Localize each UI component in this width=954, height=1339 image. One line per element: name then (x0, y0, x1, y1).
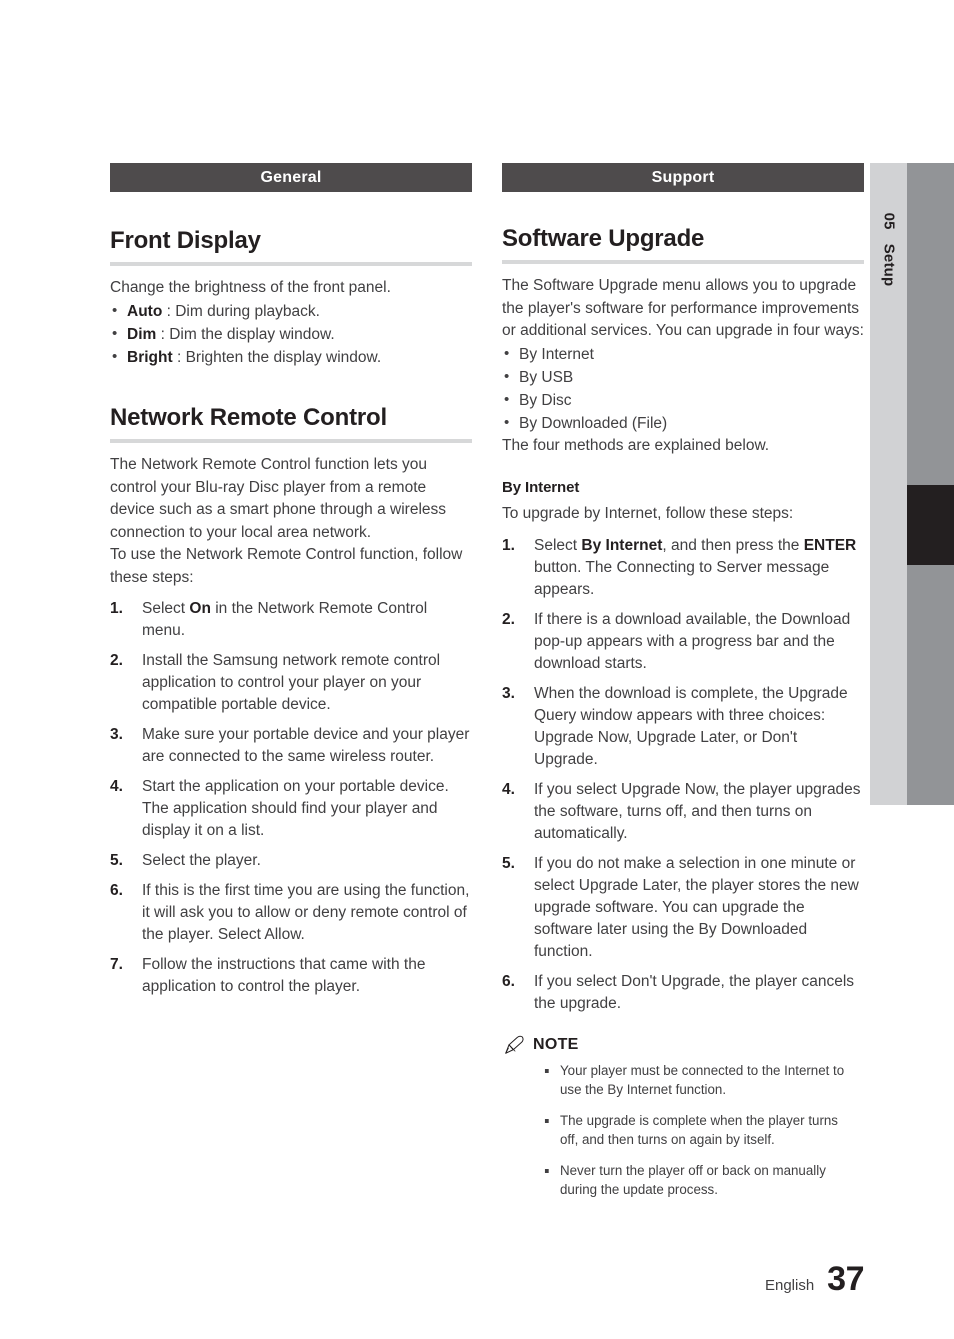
list-item: If this is the first time you are using … (110, 880, 470, 944)
footer-language: English (764, 1277, 815, 1294)
page-footer: English 37 (764, 1260, 865, 1299)
list-item: If you do not make a selection in one mi… (502, 853, 859, 960)
list-item: Select On in the Network Remote Control … (110, 598, 428, 640)
bullet-term: Bright (127, 348, 173, 366)
list-item: The upgrade is complete when the player … (544, 1112, 845, 1151)
list-item: If you select Don't Upgrade, the player … (502, 971, 855, 1012)
list-item: Never turn the player off or back on man… (544, 1162, 845, 1201)
heading-rule (110, 439, 472, 444)
nrc-steps: Select On in the Network Remote Control … (110, 598, 472, 998)
bullet-text: Dim during playback. (175, 302, 320, 320)
subheading-by-internet: By Internet (502, 479, 580, 497)
section-bar-general-label: General (260, 168, 322, 186)
note-items: Your player must be connected to the Int… (502, 1062, 864, 1201)
heading-network-remote-control: Network Remote Control (110, 403, 387, 431)
section-bar-general: General (110, 163, 472, 192)
front-display-intro: Change the brightness of the front panel… (110, 279, 391, 297)
pencil-icon (502, 1035, 524, 1055)
side-tab-dark-strip (907, 163, 954, 805)
right-column: Support Software Upgrade The Software Up… (502, 163, 864, 1212)
left-column: General Front Display Change the brightn… (110, 163, 472, 1006)
bullet-separator: : (162, 302, 176, 320)
section-bar-support-label: Support (651, 168, 715, 186)
side-tab-current-chapter-marker (907, 485, 954, 565)
upgrade-methods-list: By Internet By USB By Disc By Downloaded… (502, 342, 864, 435)
by-internet-intro: To upgrade by Internet, follow these ste… (502, 505, 794, 523)
list-item: If there is a download available, the Do… (502, 609, 851, 672)
nrc-paragraph-1: The Network Remote Control function lets… (110, 456, 447, 541)
list-item: By Internet (502, 342, 864, 366)
list-item: Make sure your portable device and your … (110, 724, 470, 766)
bullet-term: Auto (127, 302, 163, 320)
list-item: Follow the instructions that came with t… (110, 954, 426, 996)
heading-rule (502, 260, 864, 265)
note-label: NOTE (533, 1035, 579, 1053)
list-item: Start the application on your portable d… (110, 776, 449, 840)
bullet-text: Dim the display window. (169, 325, 335, 343)
by-internet-steps: Select By Internet, and then press the E… (502, 535, 864, 1015)
list-item: When the download is complete, the Upgra… (502, 683, 848, 768)
footer-page-number: 37 (827, 1260, 864, 1298)
list-item: Select the player. (110, 850, 261, 872)
heading-rule (110, 262, 472, 267)
bullet-term: Dim (127, 325, 157, 343)
bullet-text: Brighten the display window. (185, 348, 382, 366)
list-item: Install the Samsung network remote contr… (110, 650, 441, 714)
front-display-bullets: Auto : Dim during playback. Dim : Dim th… (110, 299, 472, 369)
manual-page: 05Setup General Front Display Change the… (0, 0, 954, 1339)
nrc-paragraph-2: To use the Network Remote Control functi… (110, 546, 463, 586)
list-item: Select By Internet, and then press the E… (502, 535, 857, 598)
note-block: NOTE Your player must be connected to th… (502, 1035, 864, 1201)
section-bar-support: Support (502, 163, 864, 192)
heading-front-display: Front Display (110, 227, 261, 254)
note-header: NOTE (502, 1035, 864, 1055)
list-item: If you select Upgrade Now, the player up… (502, 779, 861, 842)
list-item: Bright : Brighten the display window. (110, 345, 472, 369)
side-tab-light-strip (870, 163, 907, 805)
bullet-separator: : (172, 348, 186, 366)
bullet-separator: : (156, 325, 170, 343)
list-item: By Disc (502, 388, 864, 412)
list-item: By Downloaded (File) (502, 411, 864, 435)
heading-software-upgrade: Software Upgrade (502, 225, 705, 252)
software-upgrade-intro: The Software Upgrade menu allows you to … (502, 277, 864, 340)
list-item: Auto : Dim during playback. (110, 299, 472, 323)
upgrade-methods-footer: The four methods are explained below. (502, 436, 770, 454)
list-item: Your player must be connected to the Int… (544, 1062, 845, 1101)
list-item: By USB (502, 365, 864, 389)
list-item: Dim : Dim the display window. (110, 322, 472, 346)
